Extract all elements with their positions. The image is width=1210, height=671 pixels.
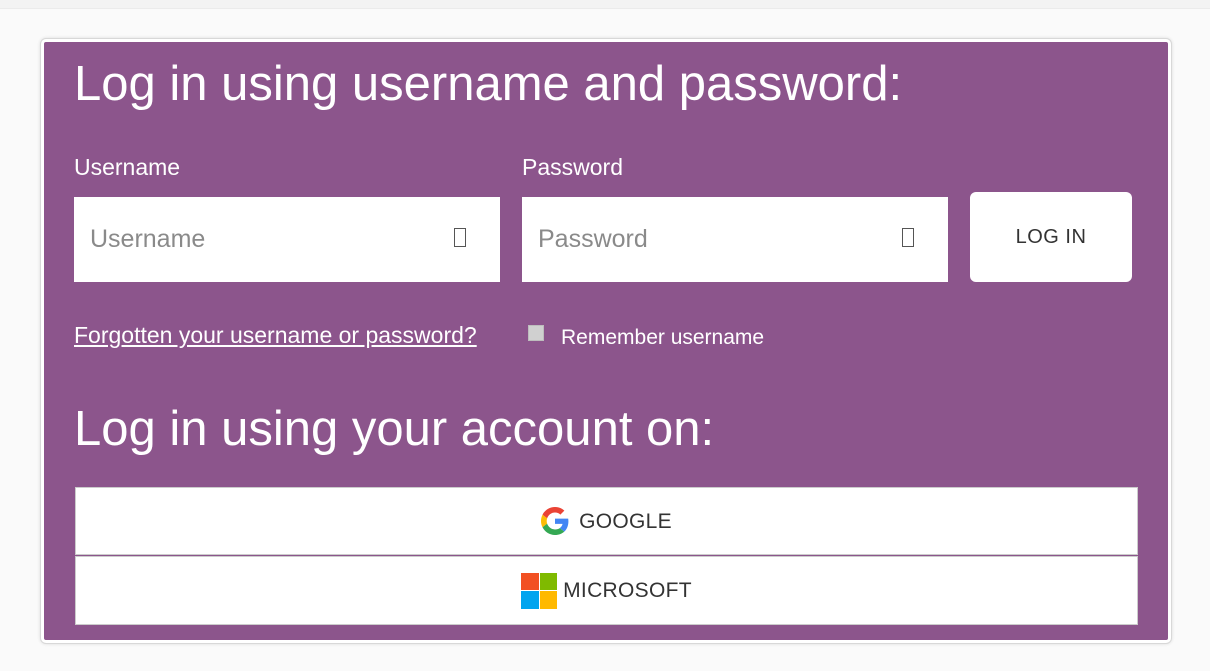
unknown-glyph-icon	[454, 228, 466, 247]
password-field-wrapper	[522, 197, 948, 282]
remember-username-checkbox[interactable]	[528, 325, 544, 341]
microsoft-icon-red-square	[521, 572, 539, 590]
microsoft-icon-yellow-square	[539, 591, 558, 609]
forgot-credentials-link[interactable]: Forgotten your username or password?	[74, 322, 477, 348]
google-icon	[541, 507, 569, 535]
microsoft-icon-blue-square	[521, 591, 539, 609]
microsoft-login-label: MICROSOFT	[563, 579, 692, 602]
unknown-glyph-icon	[902, 228, 914, 247]
password-input[interactable]	[522, 197, 948, 282]
microsoft-icon-green-square	[539, 572, 558, 590]
top-strip	[0, 0, 1210, 9]
username-field-wrapper	[74, 197, 500, 282]
sso-login-heading: Log in using your account on:	[74, 402, 715, 456]
username-input[interactable]	[74, 197, 500, 282]
login-button[interactable]: LOG IN	[970, 192, 1132, 282]
microsoft-icon	[521, 572, 558, 609]
google-login-button[interactable]: GOOGLE	[75, 487, 1138, 555]
password-login-heading: Log in using username and password:	[74, 57, 903, 111]
remember-username-label[interactable]: Remember username	[561, 326, 764, 349]
username-label: Username	[74, 154, 181, 180]
google-login-label: GOOGLE	[579, 509, 672, 533]
microsoft-login-button[interactable]: MICROSOFT	[75, 556, 1138, 625]
password-label: Password	[522, 154, 623, 180]
